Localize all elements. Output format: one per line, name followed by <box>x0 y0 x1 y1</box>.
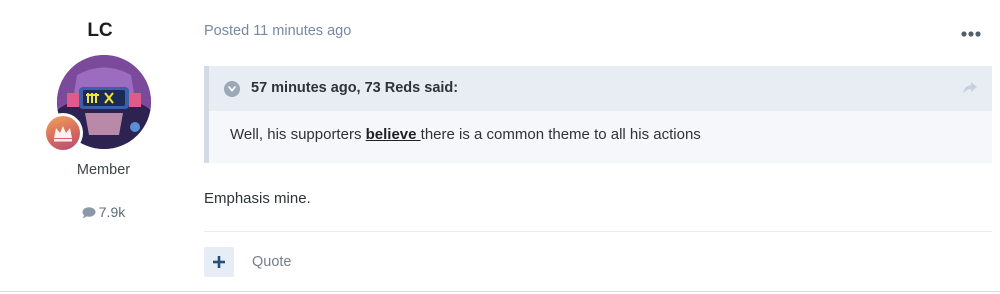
post-count: 7.9k <box>0 204 207 220</box>
post-timestamp[interactable]: Posted 11 minutes ago <box>204 23 351 39</box>
quote-block: 57 minutes ago, 73 Reds said: Well, his … <box>204 66 992 163</box>
quote-text-emphasis: believe <box>365 126 421 143</box>
quote-text-before: Well, his supporters <box>230 126 366 143</box>
member-title: Member <box>76 162 131 178</box>
share-arrow-icon <box>963 82 977 94</box>
chevron-down-icon <box>228 86 236 92</box>
more-options-button[interactable] <box>958 26 984 37</box>
author-panel: LC Member 7.9k <box>0 0 200 290</box>
quote-toggle-button[interactable] <box>224 81 240 97</box>
plus-icon <box>213 256 225 268</box>
quote-button[interactable]: Quote <box>252 254 292 270</box>
quote-text: Well, his supporters believe there is a … <box>230 126 701 143</box>
quote-header: 57 minutes ago, 73 Reds said: <box>209 66 992 111</box>
post-body: Emphasis mine. <box>204 190 311 207</box>
comment-bubble-icon <box>82 207 96 219</box>
post-bottom-border <box>0 291 1000 292</box>
post-divider <box>204 231 992 232</box>
crown-icon <box>54 126 72 142</box>
rank-badge <box>43 113 83 153</box>
quote-share-button[interactable] <box>962 81 978 95</box>
post-count-value: 7.9k <box>98 204 126 220</box>
quote-text-after: there is a common theme to all his actio… <box>420 126 701 143</box>
posted-prefix: Posted <box>204 23 250 39</box>
quote-citation[interactable]: 57 minutes ago, 73 Reds said: <box>251 80 458 96</box>
author-username[interactable]: LC <box>0 20 200 42</box>
posted-time: 11 minutes ago <box>253 23 352 39</box>
react-button[interactable] <box>204 247 234 277</box>
ellipsis-icon <box>961 31 981 37</box>
